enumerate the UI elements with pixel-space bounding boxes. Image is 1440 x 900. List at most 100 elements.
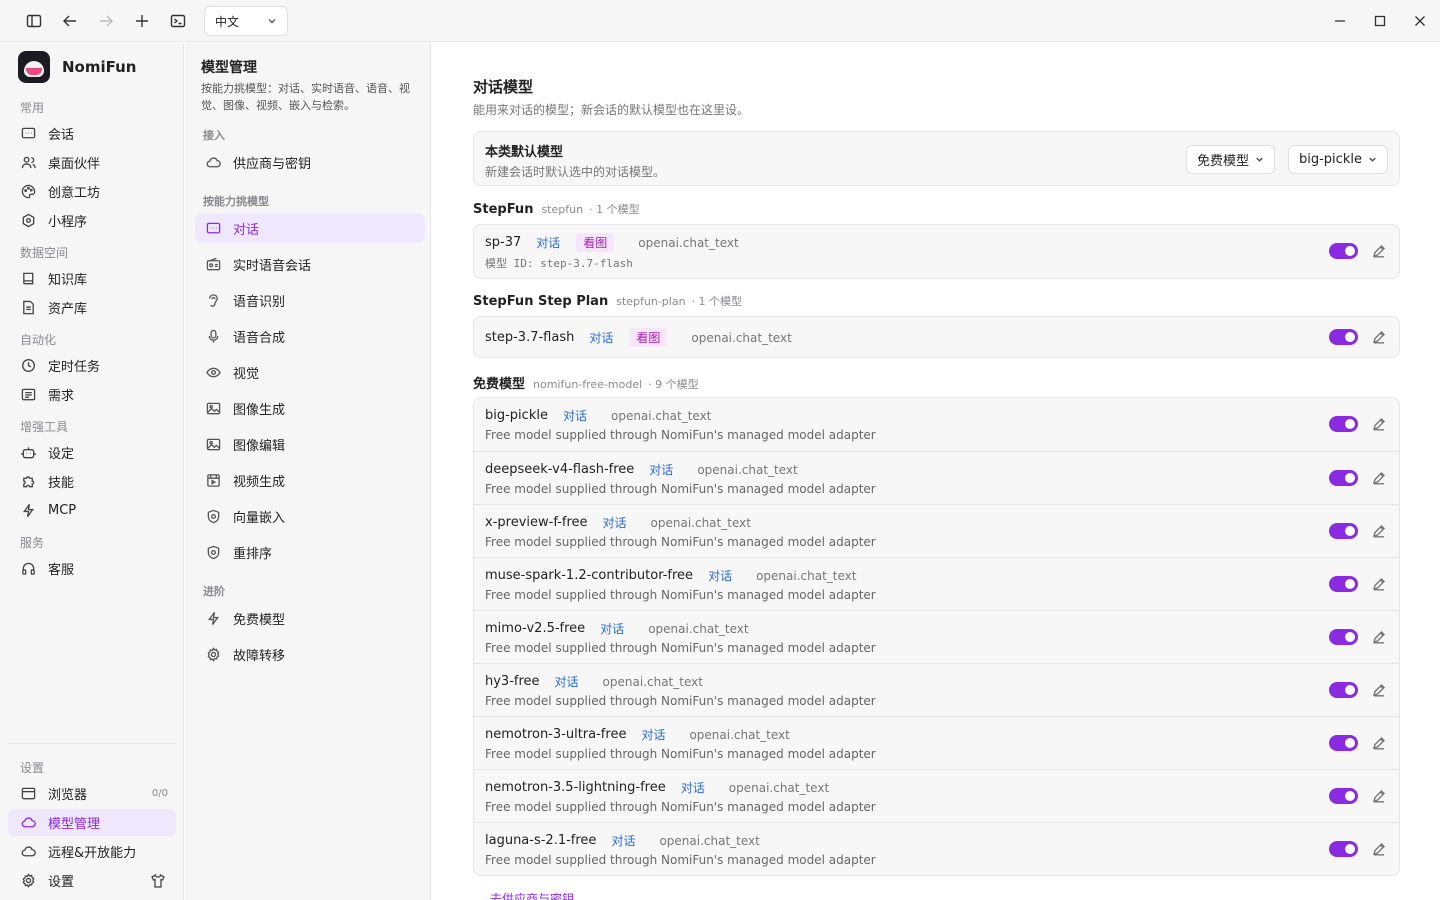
sidebar-item-support[interactable]: 客服 (8, 555, 176, 582)
nav-asr[interactable]: 语音识别 (195, 285, 425, 315)
edit-icon[interactable] (1372, 417, 1386, 431)
nav-rerank[interactable]: 重排序 (195, 537, 425, 567)
image-icon (205, 400, 221, 416)
sidebar-toggle-icon[interactable] (20, 7, 48, 35)
provider-select[interactable]: 免费模型 (1186, 145, 1276, 174)
panel-description: 按能力挑模型：对话、实时语音、语音、视觉、图像、视频、嵌入与检索。 (201, 82, 410, 112)
nav-failover[interactable]: 故障转移 (195, 639, 425, 669)
shirt-icon[interactable] (150, 873, 166, 889)
model-enabled-toggle[interactable] (1329, 841, 1358, 857)
sidebar: NomiFun 常用 会话 桌面伙伴 创意工坊 小程序 数据空间 知识库 资产库… (0, 43, 184, 900)
forward-icon[interactable] (92, 7, 120, 35)
clock-icon (20, 358, 36, 374)
sidebar-item-requirements[interactable]: 需求 (8, 381, 176, 408)
model-description: Free model supplied through NomiFun's ma… (485, 482, 876, 496)
model-enabled-toggle[interactable] (1329, 243, 1358, 259)
sidebar-item-label: 设定 (48, 447, 75, 462)
sidebar-item-label: 资产库 (48, 302, 88, 317)
minimize-icon[interactable] (1327, 8, 1353, 34)
sidebar-item-setup[interactable]: 设定 (8, 439, 176, 466)
tag-chat: 对话 (649, 463, 674, 477)
sidebar-item-label: 定时任务 (48, 360, 101, 375)
model-enabled-toggle[interactable] (1329, 329, 1358, 345)
sidebar-item-knowledge[interactable]: 知识库 (8, 265, 176, 292)
nav-imgedit[interactable]: 图像编辑 (195, 429, 425, 459)
nav-label: 图像生成 (233, 402, 286, 418)
group-id: nomifun-free-model (533, 378, 643, 391)
model-enabled-toggle[interactable] (1329, 576, 1358, 592)
sidebar-item-skills[interactable]: 技能 (8, 468, 176, 495)
nav-imggen[interactable]: 图像生成 (195, 393, 425, 423)
edit-icon[interactable] (1372, 789, 1386, 803)
model-description: Free model supplied through NomiFun's ma… (485, 428, 876, 442)
nav-embedding[interactable]: 向量嵌入 (195, 501, 425, 531)
edit-icon[interactable] (1372, 736, 1386, 750)
nav-label: 语音识别 (233, 294, 286, 310)
edit-icon[interactable] (1372, 330, 1386, 344)
nav-label: 供应商与密钥 (233, 156, 312, 172)
sidebar-item-miniapp[interactable]: 小程序 (8, 207, 176, 234)
tag-chat: 对话 (589, 331, 614, 345)
model-row: laguna-s-2.1-free 对话 openai.chat_text Free … (474, 822, 1399, 875)
robot-icon (20, 445, 36, 461)
nav-vision[interactable]: 视觉 (195, 357, 425, 387)
group-name: StepFun (473, 202, 534, 217)
sidebar-item-remote[interactable]: 远程&开放能力 (8, 838, 176, 865)
bolt-icon (205, 610, 221, 626)
default-model-card: 本类默认模型 新建会话时默认选中的对话模型。 免费模型 big-pickle (473, 131, 1400, 186)
model-enabled-toggle[interactable] (1329, 682, 1358, 698)
model-select[interactable]: big-pickle (1288, 145, 1388, 174)
model-enabled-toggle[interactable] (1329, 523, 1358, 539)
model-enabled-toggle[interactable] (1329, 788, 1358, 804)
nav-videogen[interactable]: 视频生成 (195, 465, 425, 495)
edit-icon[interactable] (1372, 524, 1386, 538)
ear-icon (205, 292, 221, 308)
group-header-stepplan: StepFun Step Plan stepfun-plan · 1 个模型 (473, 293, 742, 309)
book-icon (20, 271, 36, 287)
model-name: nemotron-3-ultra-free (485, 727, 627, 742)
group-count: · 9 个模型 (648, 378, 699, 391)
tag-chat: 对话 (600, 622, 625, 636)
nav-free-models[interactable]: 免费模型 (195, 603, 425, 633)
sidebar-item-settings[interactable]: 设置 (8, 867, 176, 894)
sidebar-item-chat[interactable]: 会话 (8, 120, 176, 147)
back-icon[interactable] (56, 7, 84, 35)
model-protocol: openai.chat_text (650, 515, 751, 530)
edit-icon[interactable] (1372, 630, 1386, 644)
sidebar-item-scheduled[interactable]: 定时任务 (8, 352, 176, 379)
tag-chat: 对话 (536, 236, 561, 250)
model-enabled-toggle[interactable] (1329, 470, 1358, 486)
edit-icon[interactable] (1372, 577, 1386, 591)
nav-chat[interactable]: 对话 (195, 213, 425, 243)
maximize-icon[interactable] (1367, 8, 1393, 34)
close-icon[interactable] (1407, 8, 1433, 34)
group-id: stepfun-plan (616, 295, 686, 308)
edit-icon[interactable] (1372, 244, 1386, 258)
sidebar-item-mcp[interactable]: MCP (8, 497, 176, 524)
sidebar-item-browser[interactable]: 浏览器 0/0 (8, 780, 176, 807)
terminal-icon[interactable] (164, 7, 192, 35)
language-select[interactable]: 中文 (204, 6, 288, 36)
providers-link[interactable]: 去供应商与密钥 (490, 890, 574, 900)
model-enabled-toggle[interactable] (1329, 629, 1358, 645)
model-enabled-toggle[interactable] (1329, 416, 1358, 432)
group-header-free: 免费模型 nomifun-free-model · 9 个模型 (473, 373, 699, 392)
new-tab-icon[interactable] (128, 7, 156, 35)
sidebar-item-models[interactable]: 模型管理 (8, 809, 176, 836)
nav-tts[interactable]: 语音合成 (195, 321, 425, 351)
sidebar-item-workshop[interactable]: 创意工坊 (8, 178, 176, 205)
model-enabled-toggle[interactable] (1329, 735, 1358, 751)
nav-providers[interactable]: 供应商与密钥 (195, 147, 425, 177)
sidebar-item-assets[interactable]: 资产库 (8, 294, 176, 321)
tag-chat: 对话 (562, 409, 587, 423)
model-description: Free model supplied through NomiFun's ma… (485, 588, 876, 602)
edit-icon[interactable] (1372, 683, 1386, 697)
group-header-stepfun: StepFun stepfun · 1 个模型 (473, 201, 640, 217)
nav-realtime[interactable]: 实时语音会话 (195, 249, 425, 279)
sidebar-item-desktop[interactable]: 桌面伙伴 (8, 149, 176, 176)
edit-icon[interactable] (1372, 842, 1386, 856)
group-name: StepFun Step Plan (473, 294, 609, 309)
model-name: laguna-s-2.1-free (485, 833, 597, 848)
edit-icon[interactable] (1372, 471, 1386, 485)
headphones-icon (20, 561, 36, 577)
